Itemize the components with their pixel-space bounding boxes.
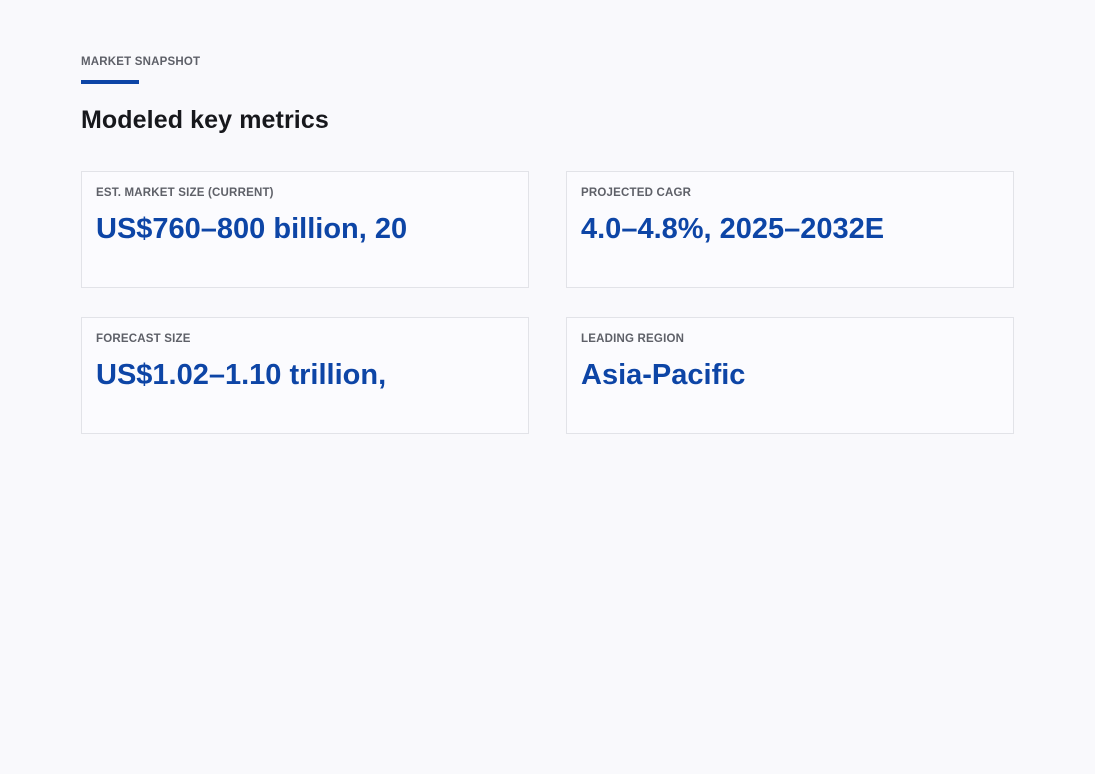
market-snapshot-section: MARKET SNAPSHOT Modeled key metrics EST.… [81,56,1014,434]
metric-value: 4.0–4.8%, 2025–2032E [581,213,885,245]
metric-value: US$760–800 billion, 20 [96,213,408,245]
metric-label: FORECAST SIZE [96,333,191,345]
metric-label: EST. MARKET SIZE (CURRENT) [96,187,274,199]
page-title: Modeled key metrics [81,106,329,134]
section-eyebrow: MARKET SNAPSHOT [81,56,201,68]
metric-card-cagr: PROJECTED CAGR 4.0–4.8%, 2025–2032E [566,171,1014,288]
metric-card-forecast-size: FORECAST SIZE US$1.02–1.10 trillion, [81,317,529,434]
metric-card-leading-region: LEADING REGION Asia-Pacific [566,317,1014,434]
accent-bar [81,80,139,84]
metrics-grid: EST. MARKET SIZE (CURRENT) US$760–800 bi… [81,171,1014,434]
metric-value: Asia-Pacific [581,359,746,391]
metric-value: US$1.02–1.10 trillion, [96,359,387,391]
metric-label: LEADING REGION [581,333,685,345]
metric-label: PROJECTED CAGR [581,187,692,199]
metric-card-market-size: EST. MARKET SIZE (CURRENT) US$760–800 bi… [81,171,529,288]
